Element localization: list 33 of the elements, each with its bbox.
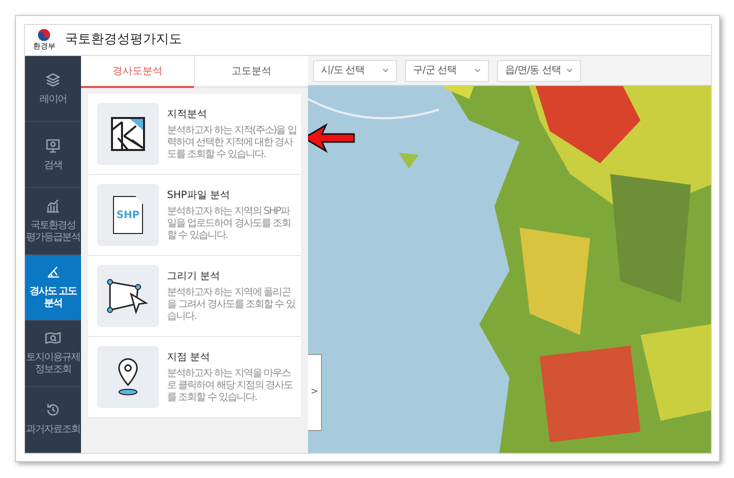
card-description: 분석하고자 하는 지역에 폴리곤을 그려서 경사도를 조회할 수 있습니다.	[167, 287, 296, 323]
sidebar-item[interactable]: 경사도 고도 분석	[25, 254, 81, 321]
card-description: 분석하고자 하는 지적(주소)을 입력하여 선택한 지적에 대한 경사도를 조회할 수 있습니다.	[167, 125, 297, 161]
cadastral-map-icon	[110, 116, 146, 152]
analysis-card[interactable]: 지적분석 분석하고자 하는 지적(주소)을 입력하여 선택한 지적에 대한 경사도를 조회할 수 있습니다.	[88, 94, 301, 175]
card-title: 지점 분석	[167, 351, 212, 365]
layers-icon	[45, 72, 61, 88]
select-dropdown[interactable]: 시/도 선택	[313, 60, 397, 82]
history-icon	[45, 402, 61, 418]
card-description: 분석하고자 하는 지역의 SHP파일을 업로드하여 경사도를 조회 할 수 있습니다.	[167, 206, 292, 242]
analysis-card[interactable]: 지점 분석 분석하고자 하는 지역을 마우스로 클릭하여 해당 지점의 경사도를 조회할 수 있습니다.	[88, 337, 301, 418]
select-dropdown[interactable]: 구/군 선택	[405, 60, 489, 82]
arrow-drawing	[308, 123, 356, 153]
map-search-icon	[45, 330, 61, 346]
polygon-cursor-icon	[106, 278, 150, 314]
logo-icon	[37, 28, 51, 42]
chevron-down-icon	[382, 68, 389, 73]
monitor-search-icon	[45, 138, 61, 154]
card-title: 지적분석	[167, 108, 208, 122]
card-title: SHP파일 분석	[167, 189, 232, 203]
chevron-down-icon	[474, 68, 481, 73]
bar-chart-icon	[45, 198, 61, 214]
tab[interactable]: 경사도분석	[81, 56, 194, 88]
card-title: 그리기 분석	[167, 270, 222, 284]
chevron-down-icon	[566, 68, 573, 73]
slope-icon	[45, 264, 61, 280]
analysis-card[interactable]: 그리기 분석 분석하고자 하는 지역에 폴리곤을 그려서 경사도를 조회할 수 있습니다.	[88, 256, 301, 337]
file-icon: SHP	[113, 196, 143, 234]
select-dropdown[interactable]: 읍/면/동 선택	[497, 60, 581, 82]
card-description: 분석하고자 하는 지역을 마우스로 클릭하여 해당 지점의 경사도를 조회할 수 있습니다.	[167, 368, 294, 404]
app-title: 국토환경성평가지도	[65, 31, 182, 50]
analysis-card[interactable]: SHP SHP파일 분석 분석하고자 하는 지역의 SHP파일을 업로드하여 경사도를 조회 할 수 있습니다.	[88, 175, 301, 256]
collapse-handle[interactable]: >	[308, 354, 322, 431]
